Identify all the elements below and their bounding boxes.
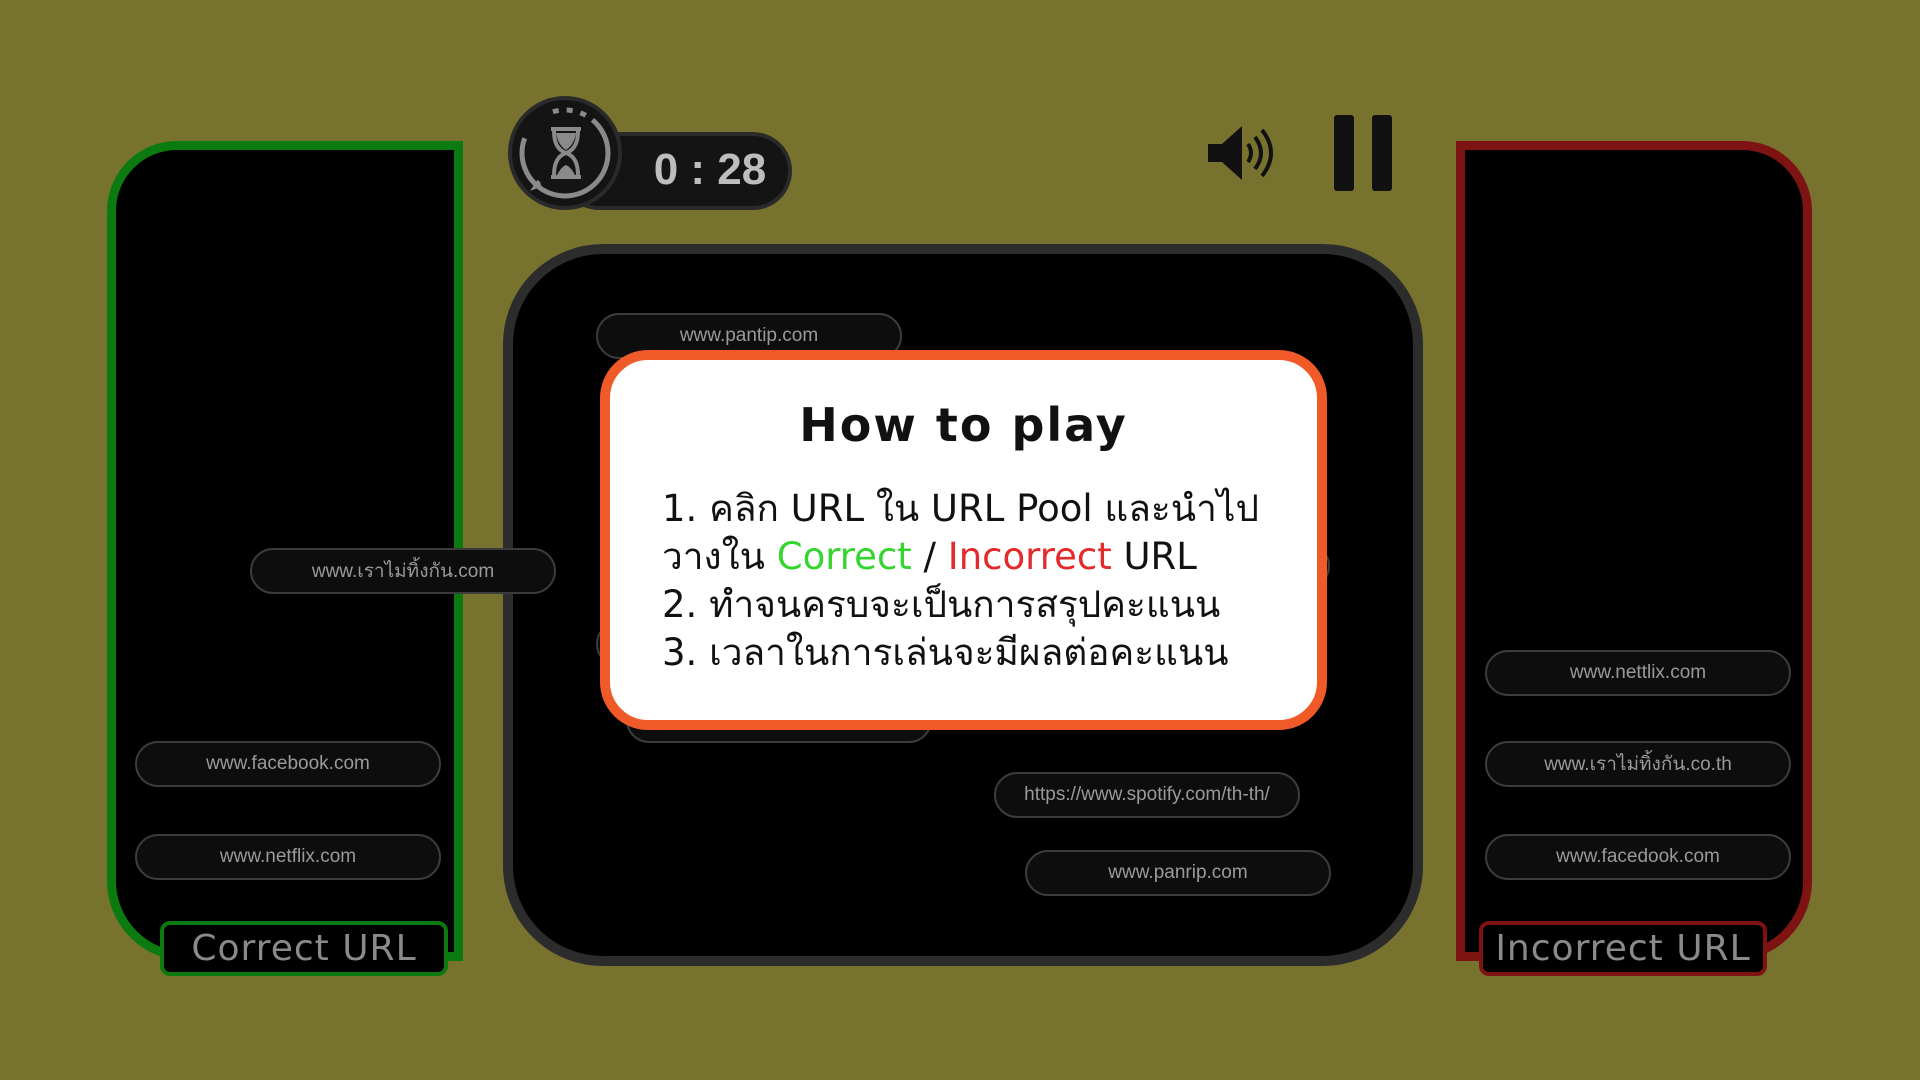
- instruction-line-4: 3. เวลาในการเล่นจะมีผลต่อคะแนน: [662, 631, 1229, 674]
- instruction-line-3: 2. ทำจนครบจะเป็นการสรุปคะแนน: [662, 583, 1221, 626]
- url-chip-dragging[interactable]: www.เราไม่ทิ้งกัน.com: [250, 548, 556, 594]
- correct-url-label: Correct URL: [160, 921, 448, 976]
- instruction-separator: /: [911, 535, 948, 578]
- instruction-line-2: วางใน Correct / Incorrect URL: [662, 533, 1302, 581]
- incorrect-highlight: Incorrect: [947, 535, 1112, 578]
- correct-highlight: Correct: [776, 535, 912, 578]
- url-chip-facedook[interactable]: www.facedook.com: [1485, 834, 1791, 880]
- dialog-instructions: 1. คลิก URL ใน URL Pool และนำไป วางใน Co…: [662, 485, 1302, 677]
- url-chip-thai-coth[interactable]: www.เราไม่ทิ้งกัน.co.th: [1485, 741, 1791, 787]
- dialog-title: How to play: [799, 398, 1128, 452]
- url-chip-nettlix[interactable]: www.nettlix.com: [1485, 650, 1791, 696]
- url-chip-panrip[interactable]: www.panrip.com: [1025, 850, 1331, 896]
- speaker-icon[interactable]: [1206, 122, 1274, 184]
- hourglass-icon: [508, 96, 622, 210]
- url-chip-facebook[interactable]: www.facebook.com: [135, 741, 441, 787]
- timer-display: 0 : 28: [653, 145, 767, 194]
- how-to-play-dialog: How to play 1. คลิก URL ใน URL Pool และน…: [600, 350, 1327, 730]
- pause-icon[interactable]: [1332, 113, 1394, 193]
- url-chip-spotify[interactable]: https://www.spotify.com/th-th/: [994, 772, 1300, 818]
- url-chip-netflix[interactable]: www.netflix.com: [135, 834, 441, 880]
- instruction-line-2-prefix: วางใน: [662, 535, 777, 578]
- instruction-line-2-suffix: URL: [1111, 535, 1197, 578]
- incorrect-url-label: Incorrect URL: [1479, 921, 1767, 976]
- instruction-line-1: 1. คลิก URL ใน URL Pool และนำไป: [662, 487, 1259, 530]
